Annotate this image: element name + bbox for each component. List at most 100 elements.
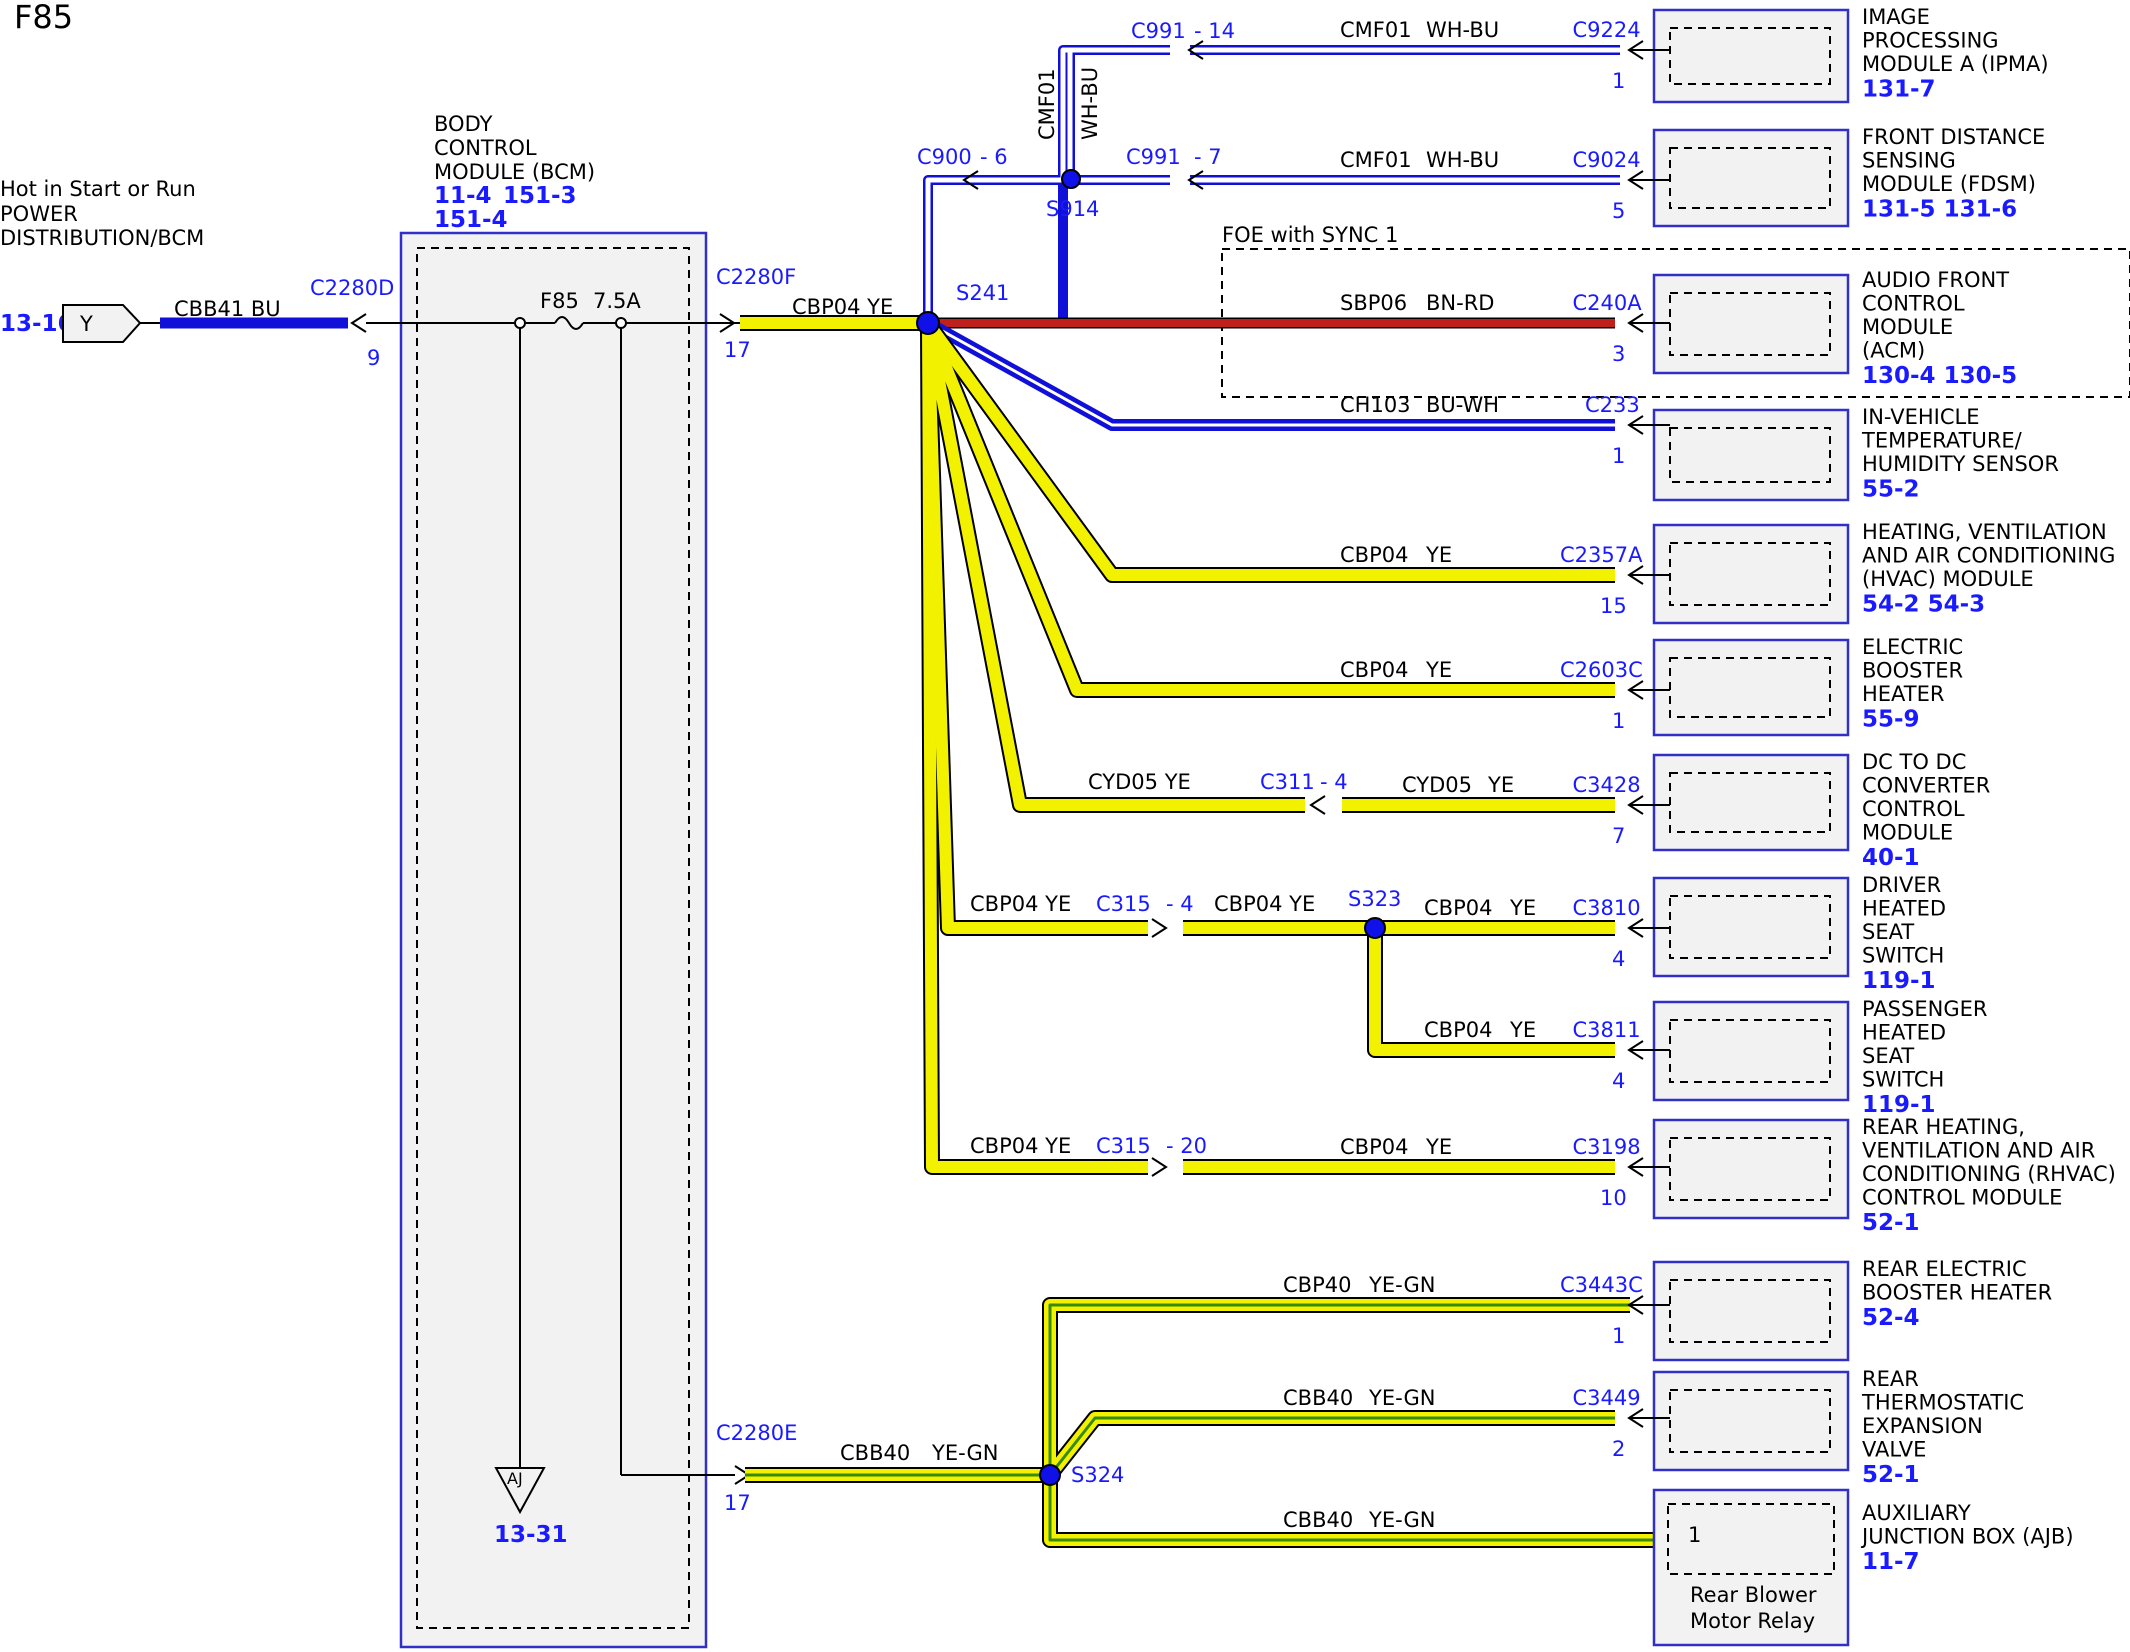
wire-name-label: CBP40 <box>1283 1273 1351 1297</box>
module-box-10 <box>1652 1260 1850 1362</box>
module-name-line: CONVERTER <box>1862 774 1990 798</box>
connector-label: C2603C <box>1560 658 1643 682</box>
fuse-rating: 7.5A <box>593 289 641 313</box>
wire-color-label: YE <box>1509 896 1536 920</box>
module-name-line: ELECTRIC <box>1862 635 1963 659</box>
connector-c311-pin: - 4 <box>1320 770 1348 794</box>
connector-c315a-pin: - 4 <box>1166 892 1194 916</box>
pin-label: 3 <box>1612 342 1625 366</box>
splice-s323 <box>1364 917 1386 939</box>
diagram-title: F85 <box>14 0 73 36</box>
wire-color-label: YE <box>1425 658 1452 682</box>
module-name-line: TEMPERATURE/ <box>1861 429 2023 453</box>
bcm-line2: CONTROL <box>434 136 537 160</box>
foe-label: FOE with SYNC 1 <box>1222 223 1398 247</box>
module-name-line: MODULE <box>1862 821 1953 845</box>
connector-c315b-pin: - 20 <box>1166 1134 1207 1158</box>
wire-color-label: BN-RD <box>1426 291 1494 315</box>
splice-s914 <box>1061 169 1081 189</box>
bcm-ref-a: 11-4 <box>434 183 492 209</box>
wire-name-label: CBP04 <box>1424 896 1492 920</box>
module-box-8 <box>1652 1000 1850 1102</box>
pin-label: 1 <box>1612 709 1625 733</box>
module-name-line: MODULE A (IPMA) <box>1862 52 2049 76</box>
connector-c315a: C315 <box>1096 892 1151 916</box>
module-ref: 130-4 130-5 <box>1862 363 2017 389</box>
module-name-line: AUXILIARY <box>1862 1501 1971 1525</box>
connector-c2280f: C2280F <box>716 265 796 289</box>
wire-name-label: CBB40 <box>1283 1386 1353 1410</box>
wire-color-label: WH-BU <box>1426 148 1499 172</box>
ground-letter: AJ <box>507 1469 523 1488</box>
module-name-line: REAR <box>1862 1367 1919 1391</box>
power-source-line3: DISTRIBUTION/BCM <box>0 226 204 250</box>
connector-c900: C900 <box>917 145 972 169</box>
wire-color-label: YE <box>1425 543 1452 567</box>
module-name-line: DC TO DC <box>1862 750 1966 774</box>
module-box-1 <box>1652 128 1850 228</box>
connector-label: C240A <box>1573 291 1643 315</box>
wire-color-label: YE <box>1509 1018 1536 1042</box>
module-ref: 131-5 131-6 <box>1862 197 2017 223</box>
bcm-ref-b: 151-3 <box>503 183 577 209</box>
wire-color-label: YE <box>1425 1135 1452 1159</box>
module-box-6 <box>1652 753 1850 852</box>
module-name-line: THERMOSTATIC <box>1861 1391 2024 1415</box>
module-ref: 52-4 <box>1862 1305 1920 1331</box>
wire-color-label: YE-GN <box>1368 1386 1435 1410</box>
connector-c991a: C991 <box>1131 19 1186 43</box>
module-name-line: (HVAC) MODULE <box>1862 567 2034 591</box>
wire-color-label: WH-BU <box>1426 18 1499 42</box>
module-box-11 <box>1652 1370 1850 1472</box>
pin-label: 2 <box>1612 1437 1625 1461</box>
module-box-9 <box>1652 1118 1850 1220</box>
pin-label: 7 <box>1612 824 1625 848</box>
module-name-line: HEATING, VENTILATION <box>1862 520 2107 544</box>
connector-label: C3198 <box>1573 1135 1641 1159</box>
module-name-line: BOOSTER <box>1862 659 1963 683</box>
wire-cbb40-color: YE-GN <box>931 1441 998 1465</box>
connector-label: C2357A <box>1560 543 1643 567</box>
connector-c2280e: C2280E <box>716 1421 797 1445</box>
module-box-5 <box>1652 638 1850 737</box>
connector-label: C3449 <box>1573 1386 1641 1410</box>
module-name-line: HUMIDITY SENSOR <box>1862 452 2059 476</box>
pin-label: 4 <box>1612 1069 1625 1093</box>
wire-name-label: SBP06 <box>1340 291 1407 315</box>
connector-label: C9024 <box>1573 148 1641 172</box>
pin-label: 10 <box>1600 1186 1627 1210</box>
module-ref: 40-1 <box>1862 845 1920 871</box>
module-branches: C9224 1 CMF01 WH-BU IMAGEPROCESSINGMODULE A … <box>1283 5 2116 1647</box>
module-ref: 52-1 <box>1862 1462 1920 1488</box>
module-name-line: SEAT <box>1862 920 1914 944</box>
wire-color-label: YE-GN <box>1368 1273 1435 1297</box>
module-name-line: SWITCH <box>1862 944 1944 968</box>
module-name-line: MODULE <box>1862 315 1953 339</box>
connector-label: C9224 <box>1573 18 1641 42</box>
power-source-line1: Hot in Start or Run <box>0 177 196 201</box>
module-name-line: VENTILATION AND AIR <box>1862 1139 2095 1163</box>
wire-name-label: CBP04 <box>1340 1135 1408 1159</box>
module-name-line: MODULE (FDSM) <box>1862 172 2036 196</box>
vertical-wire-label-2: WH-BU <box>1078 67 1102 140</box>
wire-color-label: YE-GN <box>1368 1508 1435 1532</box>
module-box-7 <box>1652 876 1850 978</box>
wire-name-label: CMF01 <box>1340 18 1412 42</box>
module-name-line: PASSENGER <box>1862 997 1987 1021</box>
wire-name-label: CBP04 <box>1340 543 1408 567</box>
ajb-pin: 1 <box>1688 1523 1701 1547</box>
pin-label: 1 <box>1612 444 1625 468</box>
ajb-inner-line: Rear Blower <box>1690 1583 1817 1607</box>
pin-label: 15 <box>1600 594 1627 618</box>
module-name-line: BOOSTER HEATER <box>1862 1281 2052 1305</box>
module-box-4 <box>1652 523 1850 625</box>
power-connector-letter: Y <box>79 312 93 336</box>
wire-cbb41-label: CBB41 BU <box>174 297 281 321</box>
module-name-line: REAR ELECTRIC <box>1862 1257 2027 1281</box>
wire-name-label: CMF01 <box>1340 148 1412 172</box>
pin-c2280e: 17 <box>724 1491 751 1515</box>
pin-c2280f: 17 <box>724 338 751 362</box>
ground-ref: 13-31 <box>494 1522 568 1548</box>
wire-color-label: YE <box>1487 773 1514 797</box>
bcm-box <box>399 231 708 1649</box>
